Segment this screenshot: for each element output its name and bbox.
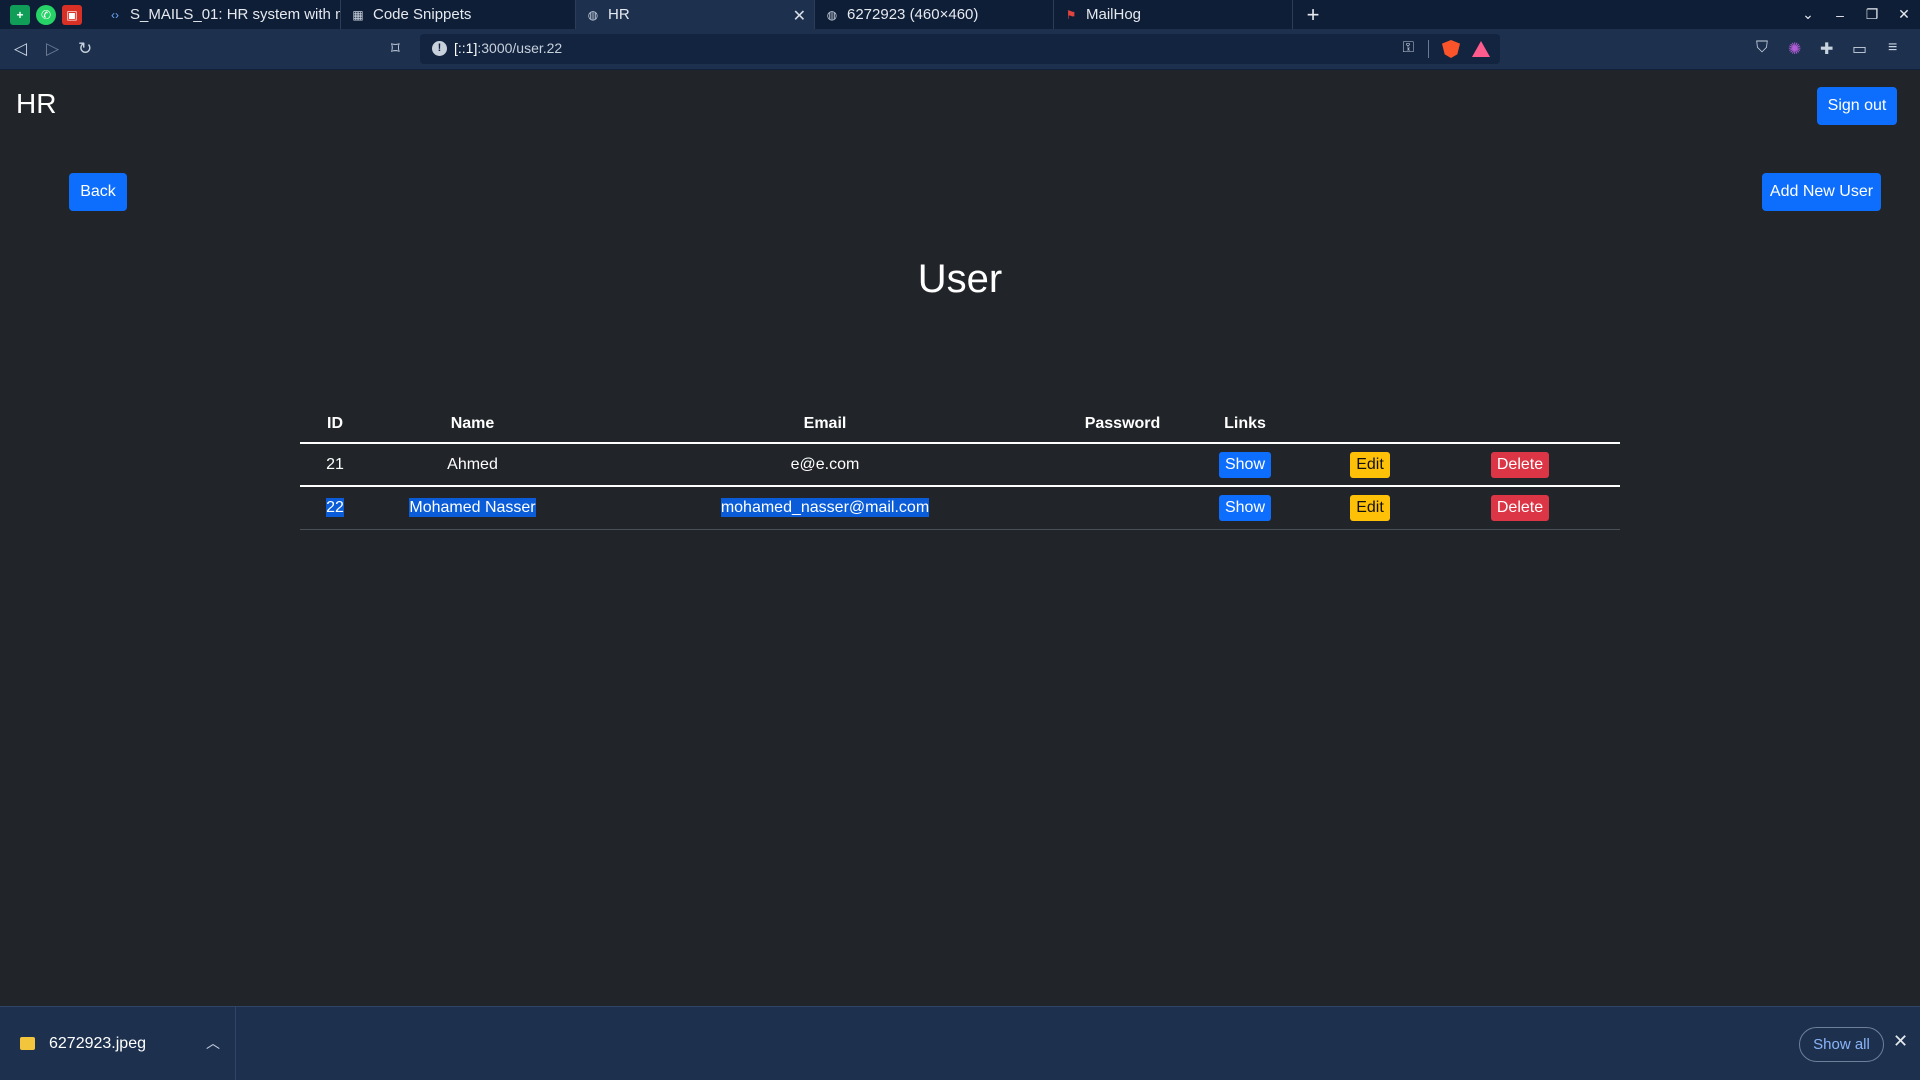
key-icon[interactable]: ⚿ [1403, 39, 1414, 56]
page-title: User [917, 257, 1003, 301]
forward-arrow-icon[interactable]: ▷ [46, 39, 59, 59]
header-name: Name [370, 405, 575, 444]
restore-icon[interactable]: ❐ [1856, 6, 1888, 23]
close-icon[interactable]: ✕ [793, 6, 806, 26]
show-button[interactable]: Show [1218, 451, 1272, 478]
cell-edit: Edit [1320, 486, 1420, 530]
cell-name: Ahmed [370, 443, 575, 487]
url-host: [::1] [454, 40, 478, 56]
brave-rewards-icon[interactable] [1472, 41, 1490, 57]
table-row: 21 Ahmed e@e.com Show Edit Delete [300, 443, 1620, 487]
browser-toolbar: ◁ ▷ ↻ ⌑ ! [::1]:3000/user.22 ⚿ ⛉ ✺ ✚ ▭ ≡ [0, 29, 1920, 70]
menu-icon[interactable]: ≡ [1888, 39, 1897, 57]
url-path: :3000/user.22 [477, 40, 563, 56]
tab-smails[interactable]: ‹› S_MAILS_01: HR system with m [98, 0, 341, 29]
show-all-button[interactable]: Show all [1799, 1027, 1884, 1062]
download-bar: 6272923.jpeg ︿ Show all ✕ [0, 1006, 1920, 1080]
edit-button[interactable]: Edit [1350, 451, 1390, 478]
bookmark-icon[interactable]: ⌑ [391, 39, 400, 59]
tab-title: S_MAILS_01: HR system with m [130, 6, 341, 23]
cell-password [1075, 443, 1170, 487]
minimize-icon[interactable]: – [1824, 7, 1856, 23]
cell-show: Show [1170, 486, 1320, 530]
sign-out-button[interactable]: Sign out [1817, 87, 1897, 125]
whatsapp-icon[interactable]: ✆ [36, 4, 56, 25]
window-close-icon[interactable]: ✕ [1888, 6, 1920, 23]
selected-text: Mohamed Nasser [409, 497, 536, 517]
mailhog-icon: ⚑ [1065, 7, 1077, 22]
delete-button[interactable]: Delete [1490, 451, 1550, 478]
cell-id: 22 [300, 486, 370, 530]
back-button[interactable]: Back [69, 173, 127, 211]
wallet-icon[interactable]: ▭ [1852, 39, 1867, 59]
image-file-icon [20, 1037, 35, 1050]
tab-code-snippets[interactable]: ▦ Code Snippets [341, 0, 576, 29]
show-button[interactable]: Show [1218, 494, 1272, 521]
tab-title: HR [608, 6, 630, 23]
tab-image[interactable]: ◍ 6272923 (460×460) [815, 0, 1054, 29]
tab-title: MailHog [1086, 6, 1142, 23]
cell-id: 21 [300, 443, 370, 487]
download-item[interactable]: 6272923.jpeg ︿ [0, 1007, 236, 1080]
tab-title: Code Snippets [373, 6, 472, 23]
cell-delete: Delete [1420, 443, 1620, 487]
cell-edit: Edit [1320, 443, 1420, 487]
sheets-icon[interactable]: + [10, 4, 30, 25]
users-table: ID Name Email Password Links 21 Ahmed e@… [300, 405, 1620, 530]
tab-title: 6272923 (460×460) [847, 6, 979, 23]
download-file-name[interactable]: 6272923.jpeg [49, 1035, 146, 1053]
header-password: Password [1075, 405, 1170, 444]
add-new-user-button[interactable]: Add New User [1762, 173, 1881, 211]
shield-icon[interactable]: ⛉ [1756, 39, 1768, 57]
header-blank [1420, 405, 1620, 444]
selected-text: 22 [326, 497, 344, 517]
table-row: 22 Mohamed Nasser mohamed_nasser@mail.co… [300, 486, 1620, 530]
divider [1428, 40, 1429, 58]
address-bar[interactable]: ! [::1]:3000/user.22 ⚿ [420, 34, 1500, 64]
notion-icon[interactable]: ▣ [62, 4, 82, 25]
tab-hr[interactable]: ◍ HR ✕ [576, 0, 815, 29]
back-arrow-icon[interactable]: ◁ [14, 39, 27, 59]
cell-email: e@e.com [575, 443, 1075, 487]
brave-shields-icon[interactable] [1442, 40, 1460, 58]
tab-search-icon[interactable]: ⌄ [1792, 6, 1824, 23]
close-icon[interactable]: ✕ [1893, 1031, 1908, 1052]
puzzle-icon[interactable]: ✚ [1820, 39, 1833, 59]
selected-text: mohamed_nasser@mail.com [720, 497, 930, 517]
header-email: Email [575, 405, 1075, 444]
window-controls: ⌄ – ❐ ✕ [1792, 0, 1920, 29]
delete-button[interactable]: Delete [1490, 494, 1550, 521]
table-header-row: ID Name Email Password Links [300, 405, 1620, 444]
snippets-icon: ▦ [352, 7, 364, 22]
code-icon: ‹› [111, 7, 119, 22]
cell-email: mohamed_nasser@mail.com [575, 486, 1075, 530]
reload-icon[interactable]: ↻ [78, 39, 92, 59]
globe-icon: ◍ [826, 7, 838, 22]
cell-show: Show [1170, 443, 1320, 487]
tab-mailhog[interactable]: ⚑ MailHog [1054, 0, 1293, 29]
tab-strip: + ✆ ▣ ‹› S_MAILS_01: HR system with m ▦ … [0, 0, 1920, 29]
header-id: ID [300, 405, 370, 444]
cell-delete: Delete [1420, 486, 1620, 530]
extension-icon[interactable]: ✺ [1788, 39, 1801, 59]
cell-password [1075, 486, 1170, 530]
edit-button[interactable]: Edit [1350, 494, 1390, 521]
globe-icon: ◍ [587, 7, 599, 22]
pinned-tabs: + ✆ ▣ [0, 0, 98, 29]
header-links: Links [1170, 405, 1320, 444]
new-tab-button[interactable]: + [1293, 0, 1333, 29]
header-blank [1320, 405, 1420, 444]
chevron-up-icon[interactable]: ︿ [206, 1033, 220, 1053]
site-info-icon[interactable]: ! [432, 41, 447, 56]
address-url[interactable]: [::1]:3000/user.22 [454, 40, 562, 56]
cell-name: Mohamed Nasser [370, 486, 575, 530]
brand[interactable]: HR [16, 88, 56, 120]
